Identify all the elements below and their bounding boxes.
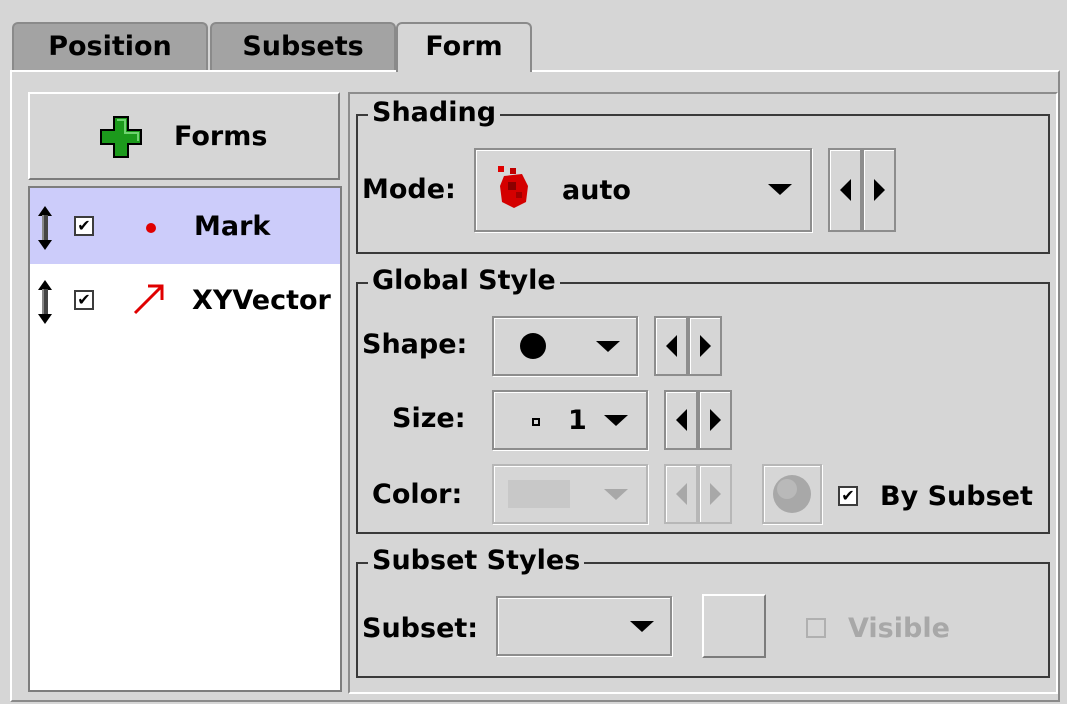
tab-form[interactable]: Form bbox=[396, 22, 532, 72]
arrow-right-icon bbox=[874, 179, 885, 201]
mode-label: Mode: bbox=[362, 174, 456, 205]
tab-position-label: Position bbox=[48, 31, 172, 62]
tab-subsets[interactable]: Subsets bbox=[210, 22, 396, 70]
forms-button-label: Forms bbox=[174, 121, 268, 152]
color-prev-button[interactable] bbox=[664, 464, 698, 524]
tab-subsets-label: Subsets bbox=[242, 31, 364, 62]
mode-prev-button[interactable] bbox=[828, 148, 862, 232]
arrow-left-icon bbox=[676, 483, 687, 505]
layer-list: ✔ Mark ✔ XYVector bbox=[28, 186, 342, 692]
list-item[interactable]: ✔ Mark bbox=[30, 188, 340, 264]
color-wheel-icon bbox=[773, 475, 811, 513]
chevron-down-icon bbox=[768, 184, 792, 195]
visible-label: Visible bbox=[848, 613, 950, 644]
by-subset-checkbox[interactable]: ✔ bbox=[838, 486, 858, 506]
arrow-right-icon bbox=[710, 483, 721, 505]
arrow-left-icon bbox=[840, 179, 851, 201]
mode-next-button[interactable] bbox=[862, 148, 896, 232]
shape-label: Shape: bbox=[362, 329, 468, 360]
color-chooser-button[interactable] bbox=[762, 464, 822, 524]
size-value: 1 bbox=[568, 405, 587, 436]
subset-styles-title: Subset Styles bbox=[368, 546, 585, 576]
shape-next-button[interactable] bbox=[688, 316, 722, 376]
by-subset-label: By Subset bbox=[880, 481, 1033, 512]
plus-icon bbox=[100, 116, 142, 158]
chevron-down-icon bbox=[630, 621, 654, 632]
arrow-left-icon bbox=[676, 409, 687, 431]
arrow-left-icon bbox=[666, 335, 677, 357]
shape-prev-button[interactable] bbox=[654, 316, 688, 376]
red-arrow-icon bbox=[133, 284, 164, 315]
shape-select[interactable] bbox=[492, 316, 638, 376]
shading-title: Shading bbox=[368, 98, 501, 128]
visible-checkbox[interactable] bbox=[806, 618, 826, 638]
mode-value: auto bbox=[562, 175, 631, 206]
subset-label: Subset: bbox=[362, 613, 479, 644]
layer-label: XYVector bbox=[192, 285, 331, 316]
size-preview-icon bbox=[532, 418, 540, 426]
drag-handle-icon[interactable] bbox=[36, 280, 54, 324]
chevron-down-icon bbox=[604, 489, 628, 500]
drag-handle-icon[interactable] bbox=[36, 206, 54, 250]
layer-checkbox[interactable]: ✔ bbox=[74, 216, 94, 236]
add-forms-button[interactable]: Forms bbox=[28, 92, 340, 180]
filled-circle-icon bbox=[520, 333, 546, 359]
size-prev-button[interactable] bbox=[664, 390, 698, 450]
layer-label: Mark bbox=[194, 211, 271, 242]
chevron-down-icon bbox=[596, 341, 620, 352]
color-swatch bbox=[508, 480, 570, 508]
size-label: Size: bbox=[392, 403, 466, 434]
arrow-right-icon bbox=[700, 335, 711, 357]
chevron-down-icon bbox=[604, 415, 628, 426]
subset-select[interactable] bbox=[496, 596, 672, 656]
color-next-button[interactable] bbox=[698, 464, 732, 524]
list-item[interactable]: ✔ XYVector bbox=[30, 264, 340, 340]
mode-select[interactable]: auto bbox=[474, 148, 812, 232]
shading-auto-icon bbox=[498, 166, 528, 208]
tab-position[interactable]: Position bbox=[12, 22, 208, 70]
size-next-button[interactable] bbox=[698, 390, 732, 450]
layer-checkbox[interactable]: ✔ bbox=[74, 290, 94, 310]
color-select[interactable] bbox=[492, 464, 648, 524]
color-label: Color: bbox=[372, 479, 463, 510]
arrow-right-icon bbox=[710, 409, 721, 431]
subset-style-button[interactable] bbox=[702, 594, 766, 658]
tab-form-label: Form bbox=[425, 31, 503, 62]
size-select[interactable]: 1 bbox=[492, 390, 648, 450]
red-dot-icon bbox=[146, 223, 156, 233]
global-style-title: Global Style bbox=[368, 266, 560, 296]
